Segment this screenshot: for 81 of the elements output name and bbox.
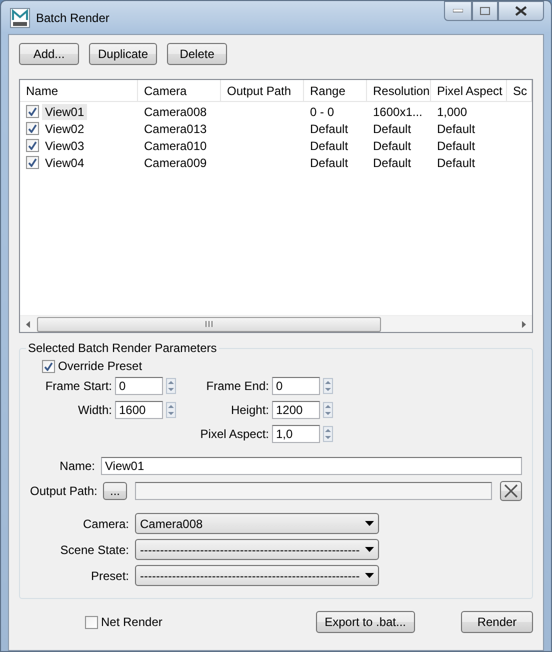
number-field[interactable]: 0 [115, 377, 163, 395]
checkbox[interactable] [85, 616, 98, 628]
checkbox[interactable] [26, 139, 39, 152]
export-button[interactable]: Export to .bat... [316, 611, 415, 633]
close-icon [515, 6, 527, 16]
horizontal-scrollbar[interactable] [20, 315, 532, 332]
column-header[interactable]: Sc [507, 80, 532, 101]
table-cell-text: Camera009 [143, 156, 208, 170]
app-logo-icon [10, 8, 30, 28]
view-name[interactable]: View01 [42, 104, 88, 120]
maximize-button[interactable] [472, 1, 498, 21]
view-name[interactable]: View02 [42, 120, 88, 136]
minimize-button[interactable] [444, 1, 472, 21]
toolbar-button[interactable]: Delete [167, 43, 228, 65]
field-label: Frame Start: [44, 379, 112, 393]
spinner-arrows-icon[interactable] [166, 378, 176, 394]
dropdown[interactable]: ------------------------------------------------------- [135, 539, 379, 560]
field-label: Frame End: [205, 379, 269, 393]
field-label: Width: [76, 403, 112, 417]
window-title: Batch Render [36, 10, 110, 24]
render-button[interactable]: Render [461, 611, 533, 633]
column-header[interactable]: Output Path [221, 80, 304, 101]
checkbox[interactable] [26, 122, 39, 135]
number-field[interactable]: 0 [272, 377, 320, 395]
group-title: Selected Batch Render Parameters [27, 341, 218, 355]
table-cell-text: Default [372, 138, 412, 152]
field-label: Output Path: [30, 484, 95, 498]
spinner-arrows-icon[interactable] [166, 402, 176, 418]
name-field[interactable]: View01 [101, 457, 522, 475]
column-header[interactable]: Range [304, 80, 367, 101]
field-label: Height: [230, 403, 269, 417]
checkbox[interactable] [26, 156, 39, 169]
field-label: Pixel Aspect: [199, 427, 269, 441]
table-cell-text: Default [436, 122, 476, 136]
checkbox-label: Net Render [101, 615, 162, 629]
number-field[interactable]: 1600 [115, 401, 163, 419]
table-cell-text: Camera010 [143, 138, 208, 152]
table-cell-text: Default [436, 156, 476, 170]
table-cell-text: Camera013 [143, 122, 208, 136]
column-header[interactable]: Pixel Aspect [431, 80, 507, 101]
column-header[interactable]: Name [20, 80, 138, 101]
table-cell-text: Default [309, 122, 350, 136]
grip-icon [205, 321, 214, 327]
caret-icon [365, 521, 374, 526]
checkbox[interactable] [26, 105, 39, 118]
field-label: Camera: [82, 516, 129, 530]
clear-button[interactable] [500, 481, 522, 501]
table-cell-text: Default [309, 138, 350, 152]
view-name[interactable]: View04 [42, 154, 88, 170]
field-label: Name: [58, 459, 95, 473]
number-field[interactable]: 1,0 [272, 425, 320, 443]
table-cell-text: Default [372, 122, 412, 136]
field-label: Scene State: [59, 542, 129, 556]
minimize-icon [453, 9, 463, 13]
view-name[interactable]: View03 [42, 138, 88, 154]
table-cell-text: Default [309, 156, 350, 170]
table-cell-text: Default [436, 138, 476, 152]
output-path-field[interactable] [135, 482, 492, 500]
field-label: Preset: [90, 568, 129, 582]
table-cell-text: 1600x1... [372, 104, 424, 118]
column-header[interactable]: Resolution [367, 80, 431, 101]
dropdown[interactable]: Camera008 [135, 513, 379, 534]
caret-icon [365, 547, 374, 552]
table-cell-text: Camera008 [143, 104, 208, 118]
checkbox[interactable] [42, 360, 55, 372]
spinner-arrows-icon[interactable] [323, 402, 333, 418]
caret-icon [365, 573, 374, 578]
column-header[interactable]: Camera [138, 80, 221, 101]
table-cell-text: 1,000 [436, 104, 468, 118]
spinner-arrows-icon[interactable] [323, 426, 333, 442]
close-button[interactable] [498, 1, 544, 21]
dropdown[interactable]: ------------------------------------------------------- [135, 565, 379, 586]
toolbar-button[interactable]: Add... [19, 43, 79, 65]
checkbox-label: Override Preset [58, 359, 142, 373]
maximize-icon [480, 7, 490, 15]
toolbar-button[interactable]: Duplicate [89, 43, 158, 65]
table-cell-text: 0 - 0 [309, 104, 336, 118]
table-cell-text: Default [372, 156, 412, 170]
number-field[interactable]: 1200 [272, 401, 320, 419]
spinner-arrows-icon[interactable] [323, 378, 333, 394]
browse-button[interactable]: ... [103, 482, 127, 500]
